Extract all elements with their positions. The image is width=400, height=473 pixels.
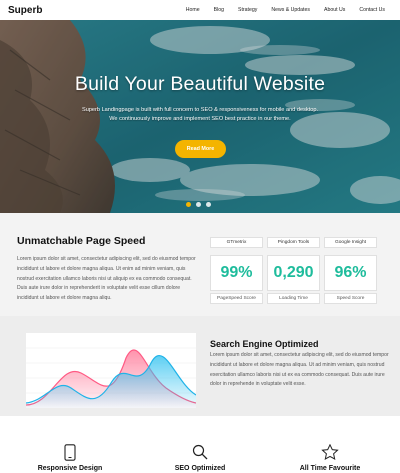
gtmetrix-card-value: 99% [210, 255, 263, 291]
hero-subtitle-line-2: We continuously improve and implement SE… [109, 116, 291, 122]
slider-dots [186, 202, 211, 207]
seo-chart-illustration [25, 333, 197, 408]
seo-text: Lorem ipsum dolor sit amet, consectetur … [210, 352, 389, 388]
nav-item-news[interactable]: News & Updates [264, 7, 317, 13]
page-speed-title: Unmatchable Page Speed [17, 235, 146, 247]
google-insight-card-footer: Speed Score [324, 293, 377, 304]
nav-item-about[interactable]: About Us [317, 7, 352, 13]
feature-label-responsive: Responsive Design [37, 465, 103, 472]
seo-section: Search Engine Optimized Lorem ipsum dolo… [0, 316, 400, 416]
page-speed-section: Unmatchable Page Speed Lorem ipsum dolor… [0, 213, 400, 316]
seo-title: Search Engine Optimized [210, 339, 319, 349]
read-more-button[interactable]: Read More [175, 140, 226, 158]
gtmetrix-card-header: GTmetrix [210, 237, 263, 248]
features-row: Responsive Design SEO Optimized All Time… [0, 416, 400, 473]
pingdom-card-footer: Loading Time [267, 293, 320, 304]
nav-item-home[interactable]: Home [179, 7, 207, 13]
hero-subtitle-line-1: Superb Landingpage is built with full co… [81, 107, 318, 113]
main-menu: Home Blog Strategy News & Updates About … [179, 7, 392, 13]
google-insight-card-value: 96% [324, 255, 377, 291]
hero-content: Build Your Beautiful Website Superb Land… [0, 20, 400, 213]
nav-item-blog[interactable]: Blog [207, 7, 231, 13]
pingdom-card-header: Pingdom Tools [267, 237, 320, 248]
pingdom-card-value: 0,290 [267, 255, 320, 291]
brand-logo[interactable]: Superb [8, 5, 42, 16]
feature-label-favourite: All Time Favourite [299, 465, 361, 472]
top-navbar: Superb Home Blog Strategy News & Updates… [0, 0, 400, 20]
hero-slider: Build Your Beautiful Website Superb Land… [0, 20, 400, 213]
chart-series-blue [26, 355, 196, 408]
google-insight-card-header: Google Insight [324, 237, 377, 248]
search-icon [192, 444, 208, 460]
slider-dot-3[interactable] [206, 202, 211, 207]
nav-item-contact[interactable]: Contact Us [352, 7, 392, 13]
star-icon [321, 444, 339, 460]
hero-title: Build Your Beautiful Website [74, 73, 326, 95]
nav-item-strategy[interactable]: Strategy [231, 7, 264, 13]
slider-dot-2[interactable] [196, 202, 201, 207]
wave-chart-graphic [25, 347, 197, 408]
feature-label-seo: SEO Optimized [174, 465, 226, 472]
phone-icon [64, 444, 76, 461]
page-speed-text: Lorem ipsum dolor sit amet, consectetur … [17, 256, 196, 302]
gtmetrix-card-footer: PageSpeed Score [210, 293, 263, 304]
slider-dot-1[interactable] [186, 202, 191, 207]
